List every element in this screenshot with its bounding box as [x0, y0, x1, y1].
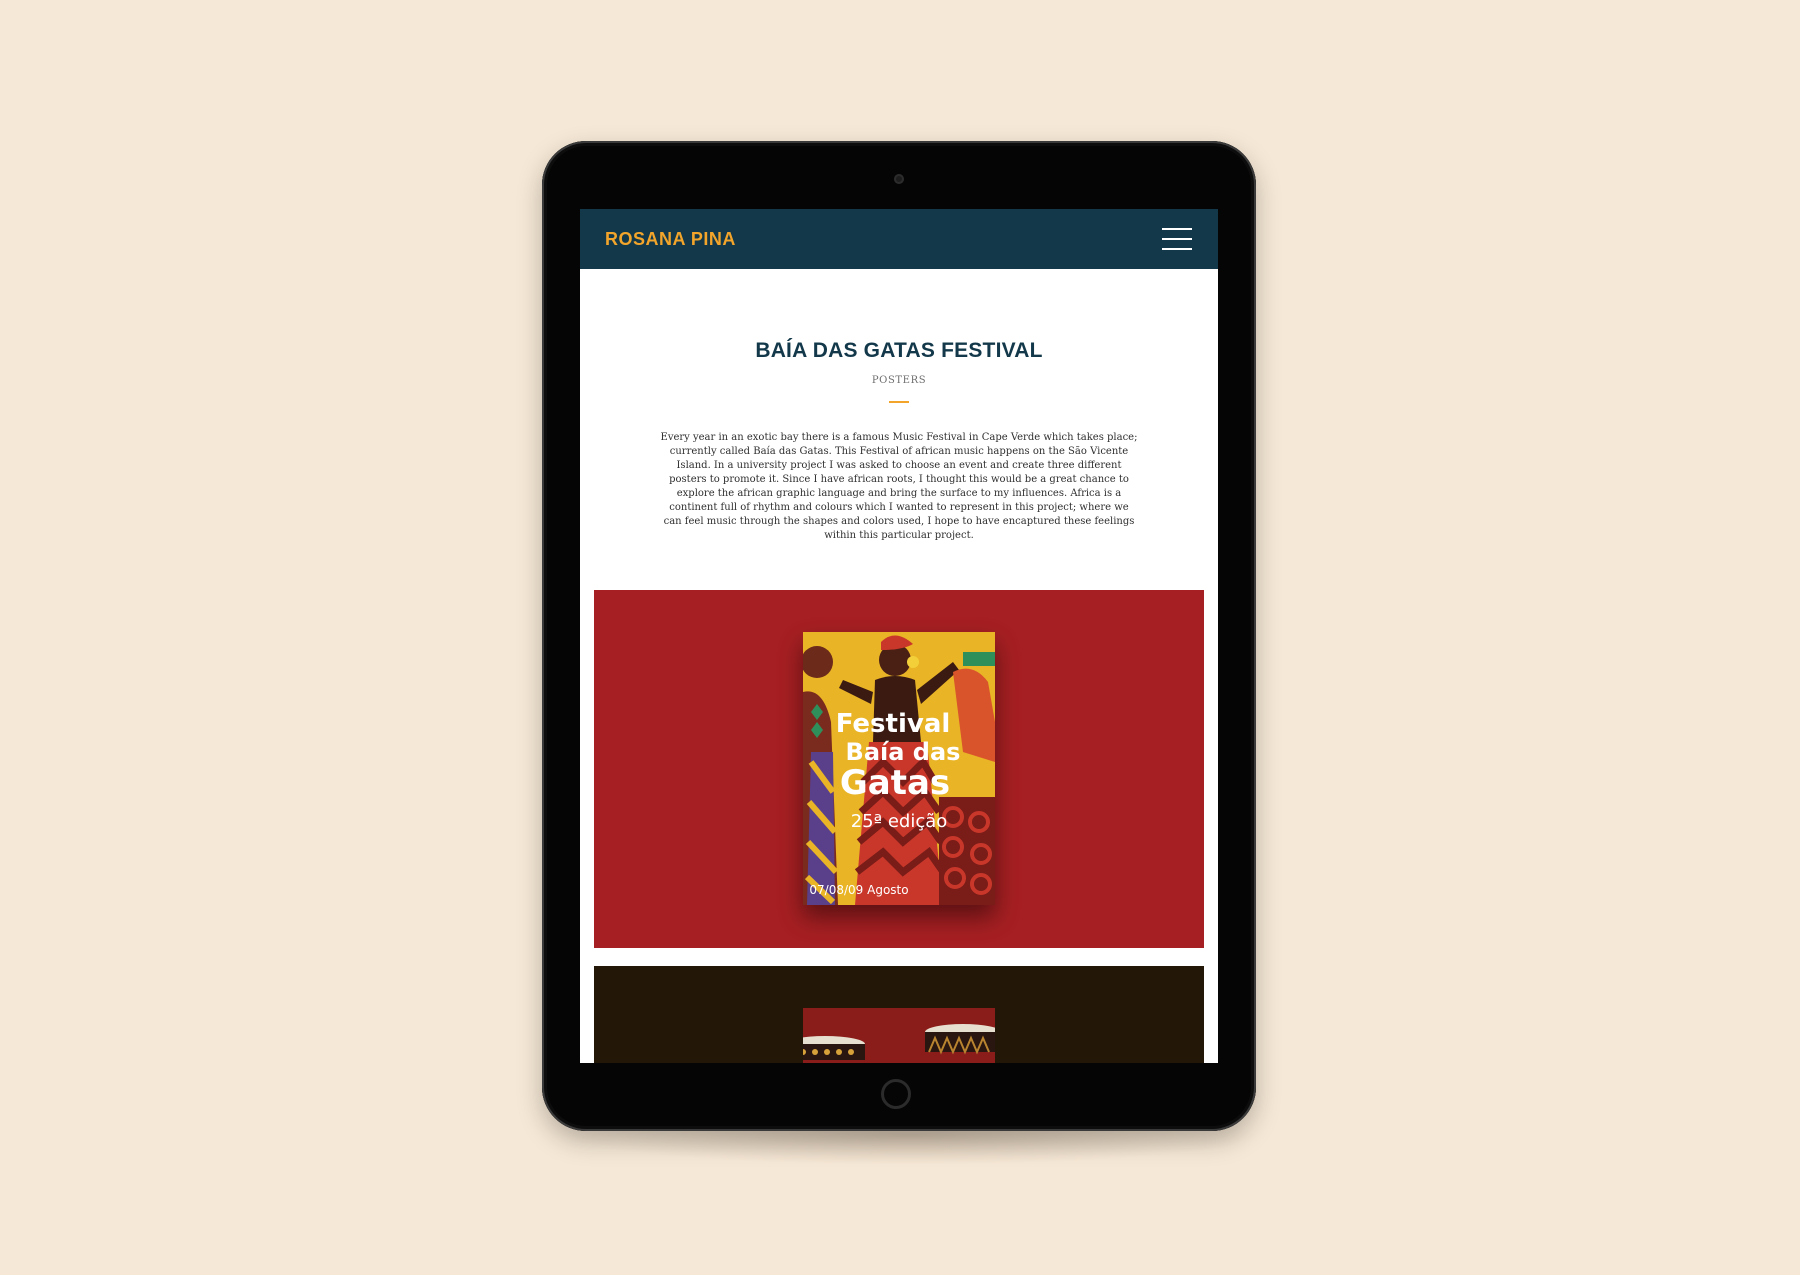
project-category: POSTERS [871, 375, 927, 386]
poster-edition: 25ª edição [851, 811, 948, 832]
poster-panel-2 [594, 966, 1204, 1063]
poster-title-line2: Baía das [846, 738, 961, 766]
tablet-device: ROSANA PINA BAÍA DAS GATAS FESTIVAL POST… [542, 141, 1256, 1131]
site-header: ROSANA PINA [580, 209, 1218, 269]
camera-icon [894, 174, 904, 184]
menu-line [1162, 248, 1192, 250]
home-button[interactable] [881, 1079, 911, 1109]
site-logo[interactable]: ROSANA PINA [605, 229, 736, 250]
poster-title-line3: Gatas [840, 763, 950, 803]
festival-poster-image[interactable]: Festival Baía das Gatas 25ª edição 07/08… [803, 632, 995, 905]
project-description: Every year in an exotic bay there is a f… [660, 432, 1138, 541]
title-divider [889, 401, 909, 403]
menu-line [1162, 238, 1192, 240]
poster-panel-1: Festival Baía das Gatas 25ª edição 07/08… [594, 590, 1204, 948]
poster-dates: 07/08/09 Agosto [809, 883, 908, 897]
project-title: BAÍA DAS GATAS FESTIVAL [755, 339, 1043, 362]
drums-poster-image[interactable] [803, 1008, 995, 1063]
poster-title-line1: Festival [836, 709, 951, 739]
menu-line [1162, 228, 1192, 230]
tablet-screen: ROSANA PINA BAÍA DAS GATAS FESTIVAL POST… [580, 209, 1218, 1063]
hamburger-menu-icon[interactable] [1162, 228, 1192, 250]
project-intro: BAÍA DAS GATAS FESTIVAL POSTERS Every ye… [580, 339, 1218, 543]
